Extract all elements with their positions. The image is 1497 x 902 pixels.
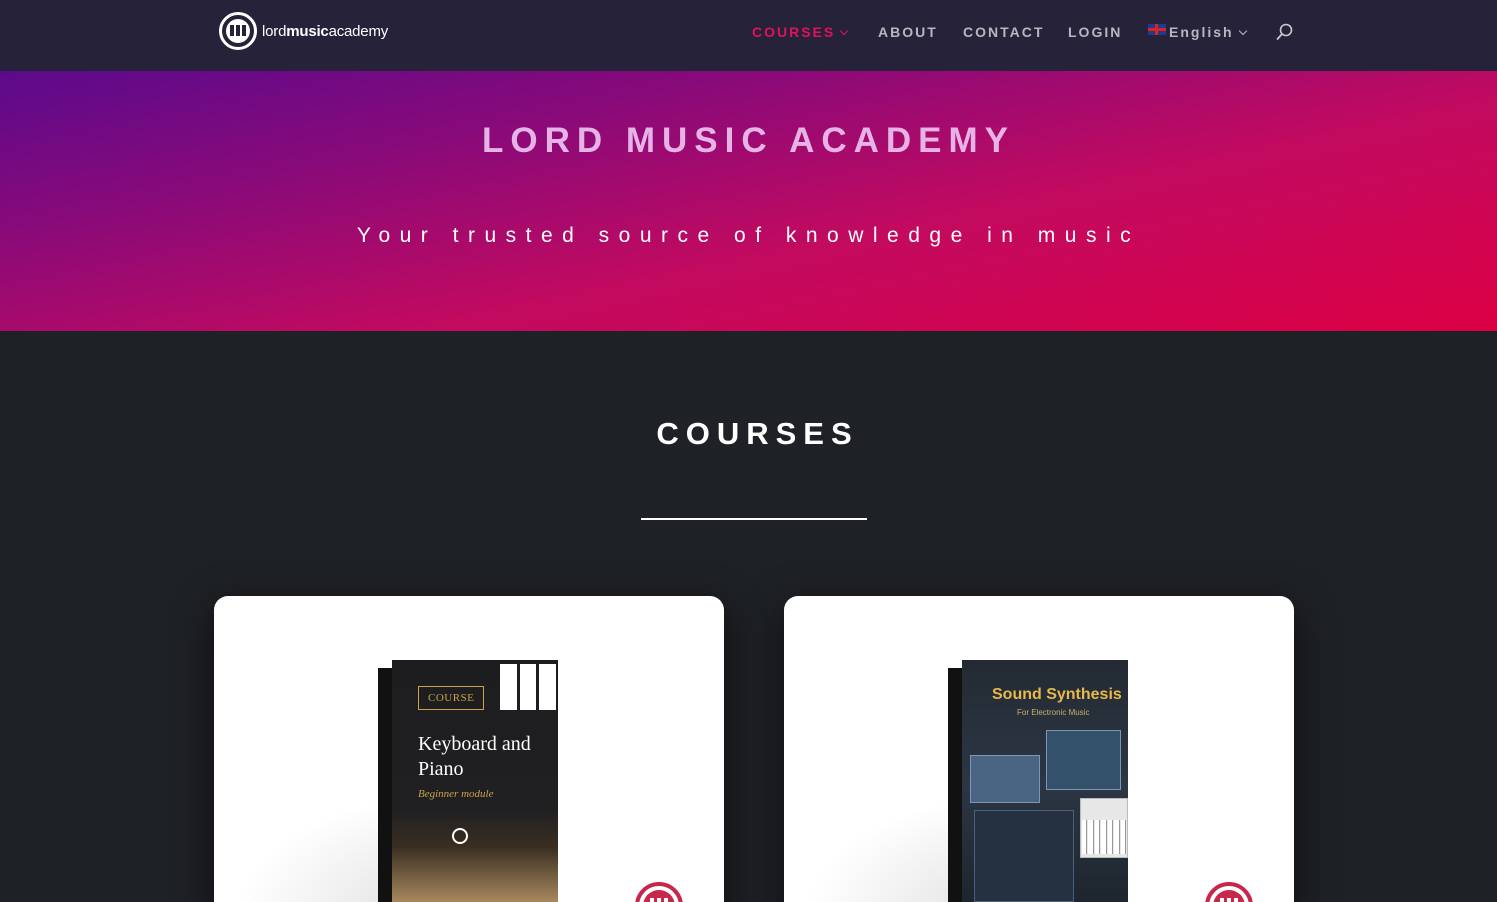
nav-about[interactable]: ABOUT xyxy=(878,22,938,42)
course-title: Sound Synthesis xyxy=(992,686,1122,703)
chevron-down-icon xyxy=(839,26,849,36)
nav-login-label: LOGIN xyxy=(1068,24,1123,40)
hero-subtitle: Your trusted source of knowledge in musi… xyxy=(356,224,1141,247)
academy-badge-icon xyxy=(635,882,683,902)
logo-text: lordmusicacademy xyxy=(262,22,389,40)
nav-login[interactable]: LOGIN xyxy=(1068,22,1122,42)
nav-language-label: English xyxy=(1169,24,1234,40)
course-tag: COURSE xyxy=(418,686,485,710)
course-card-keyboard-piano[interactable]: COURSE Keyboard and Piano Beginner modul… xyxy=(214,596,724,902)
box-logo-icon xyxy=(452,828,468,844)
logo-icon xyxy=(219,12,257,50)
keyboard-graphic xyxy=(1082,820,1126,854)
nav-courses[interactable]: COURSES xyxy=(752,22,849,42)
nav-contact-label: CONTACT xyxy=(963,24,1045,40)
course-title: Keyboard and Piano xyxy=(418,733,531,780)
nav-language[interactable]: English xyxy=(1148,22,1247,42)
courses-heading: COURSES xyxy=(656,416,859,451)
section-divider xyxy=(641,518,867,520)
hero-title: LORD MUSIC ACADEMY xyxy=(481,121,1016,160)
course-box-image: Sound Synthesis For Electronic Music xyxy=(948,660,1128,902)
course-subtitle: For Electronic Music xyxy=(1017,708,1090,717)
piano-keys-graphic xyxy=(500,664,557,710)
synth-panel-graphic xyxy=(974,810,1074,902)
synth-panel-graphic xyxy=(1046,730,1121,790)
nav-courses-label: COURSES xyxy=(752,24,836,40)
course-subtitle: Beginner module xyxy=(418,788,494,800)
site-logo[interactable]: lordmusicacademy xyxy=(219,12,388,50)
academy-badge-icon xyxy=(1205,882,1253,902)
uk-flag-icon xyxy=(1148,24,1166,35)
course-box-image: COURSE Keyboard and Piano Beginner modul… xyxy=(378,660,558,902)
search-icon[interactable] xyxy=(1276,23,1294,41)
course-card-sound-synthesis[interactable]: Sound Synthesis For Electronic Music xyxy=(784,596,1294,902)
hero-banner: LORD MUSIC ACADEMY Your trusted source o… xyxy=(0,71,1497,331)
chevron-down-icon xyxy=(1238,26,1247,36)
synth-panel-graphic xyxy=(970,755,1040,803)
nav-contact[interactable]: CONTACT xyxy=(963,22,1044,42)
site-header: lordmusicacademy COURSES ABOUT CONTACT L… xyxy=(0,0,1497,71)
nav-about-label: ABOUT xyxy=(878,24,938,40)
